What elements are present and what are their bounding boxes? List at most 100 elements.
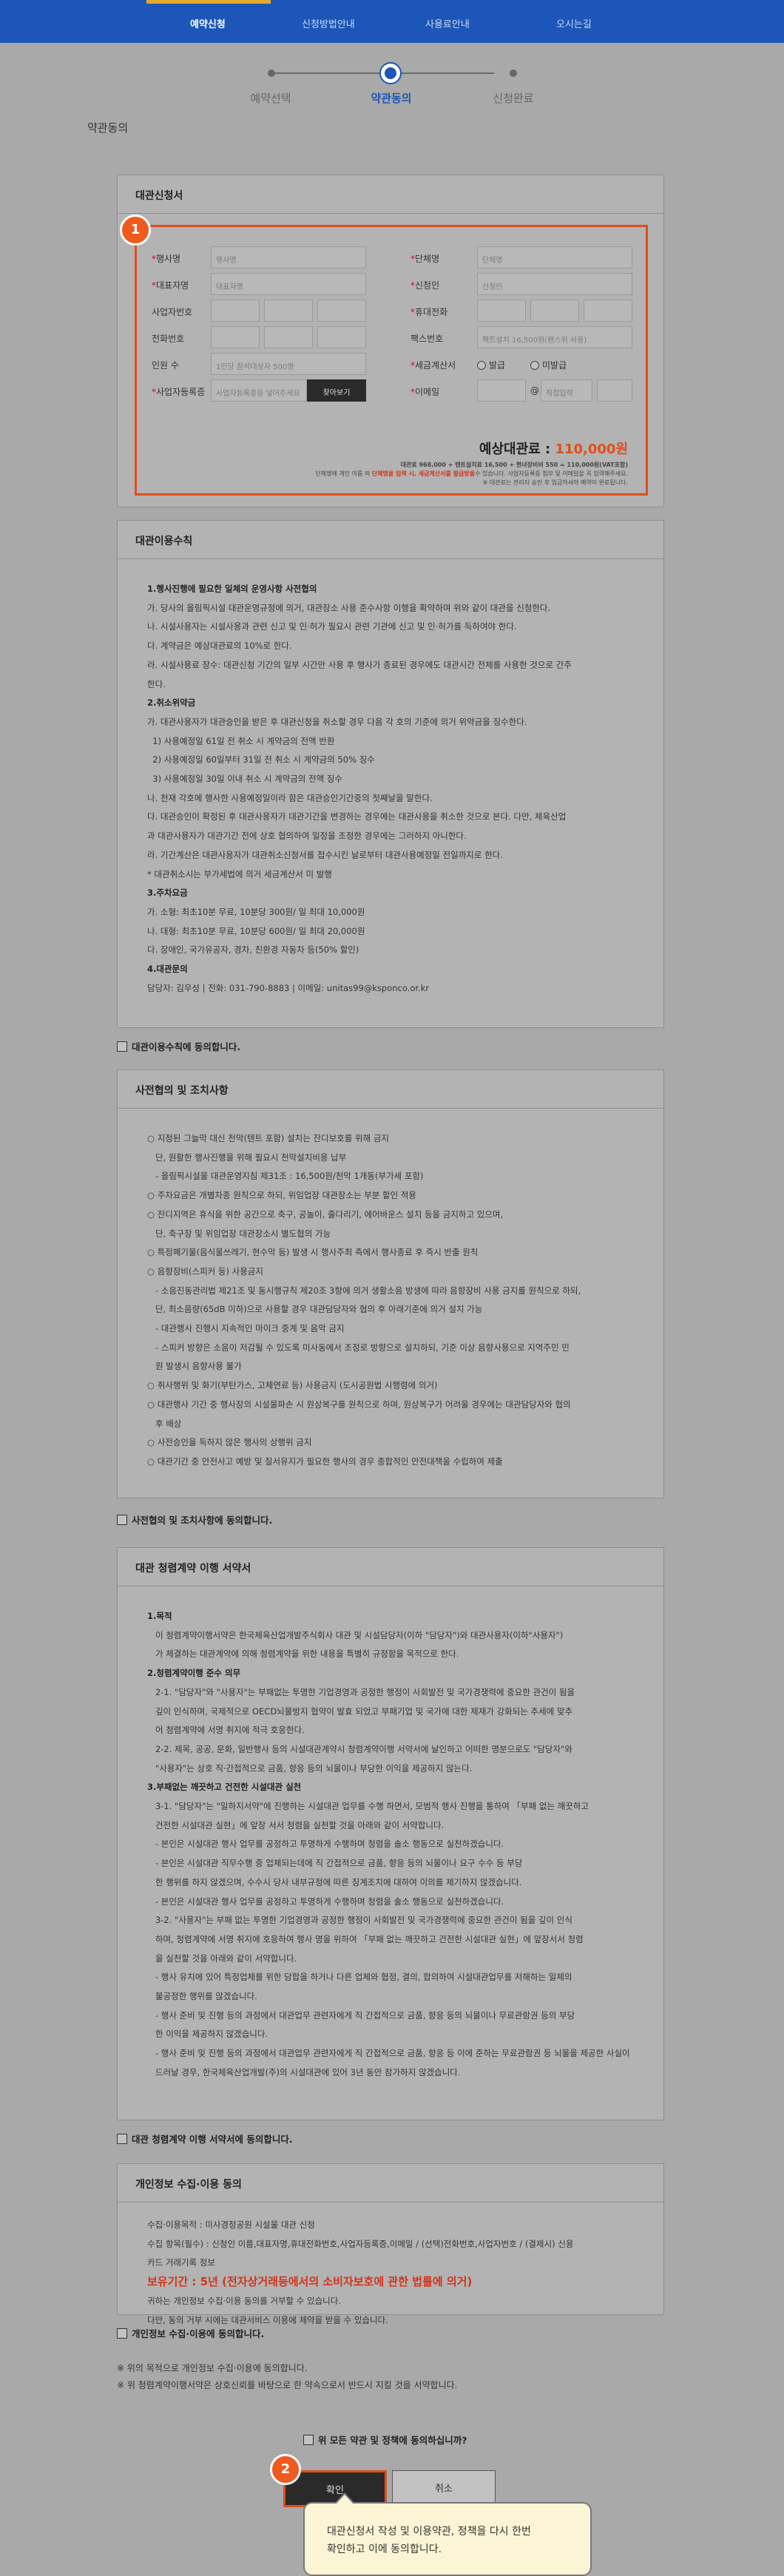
biz-reg-file-input[interactable]: 사업자등록증을 넣어주세요: [211, 379, 307, 402]
tax-issue-radio[interactable]: 발급: [477, 359, 505, 371]
email-domain-input[interactable]: 직접입력: [541, 379, 592, 402]
text-line: 과 대관사용자가 대관기간 전에 상호 협의하여 일정을 조정한 경우에는 그러…: [147, 831, 467, 842]
rep-name-input[interactable]: 대표자명: [211, 273, 366, 295]
text-line: 가. 소형: 최초10분 무료, 10분당 300원/ 일 최대 10,000원: [147, 906, 365, 917]
active-tab-highlight: [146, 0, 271, 4]
prior-card: 사전협의 및 조치사항 ○ 지정된 그늘막 대신 천막(텐트 포함) 설치는 잔…: [117, 1069, 664, 1498]
text-line: 불공정한 행위를 않겠습니다.: [147, 1991, 257, 2002]
text-line: * 대관취소시는 부가세법에 의거 세금계산서 미 발행: [147, 868, 332, 879]
phone-input-3[interactable]: [317, 326, 366, 348]
text-line: ○ 사전승인을 득하지 않은 행사의 상행위 금지: [147, 1437, 312, 1448]
text-line: - 대관행사 진행시 지속적인 마이크 중계 및 음악 금지: [147, 1323, 345, 1334]
retention-period: 보유기간 : 5년 (전자상거래등에서의 소비자보호에 관한 법률에 의거): [147, 2275, 473, 2289]
top-navigation: 예약신청 신청방법안내 사용료안내 오시는길: [0, 0, 784, 43]
people-label: 인원 수: [152, 360, 179, 371]
tooltip-line-1: 대관신청서 작성 및 이용약관, 정책을 다시 한번: [327, 2526, 531, 2538]
mobile-input-1[interactable]: [477, 300, 526, 322]
text-line: 1.목적: [147, 1611, 172, 1621]
phone-label: 전화번호: [152, 334, 185, 344]
step-label-2: 약관동의: [371, 92, 412, 105]
privacy-title: 개인정보 수집·이용 동의: [118, 2164, 663, 2203]
org-name-label: *단체명: [410, 254, 440, 264]
tooltip: 대관신청서 작성 및 이용약관, 정책을 다시 한번 확인하고 이에 동의합니다…: [303, 2492, 592, 2576]
footnote-2: ※ 위 청렴계약이행서약은 상호신뢰를 바탕으로 한 약속으로서 반드시 지킬 …: [117, 2380, 458, 2390]
tax-no-issue-radio[interactable]: 미발급: [530, 359, 567, 371]
biz-reg-label: *사업자등록증: [152, 387, 206, 397]
find-file-button[interactable]: 찾아보기: [307, 379, 366, 402]
email-at-sign: @: [530, 385, 539, 396]
expected-fee-block: 예상대관료 : 110,000원 대관료 968,000 + 텐트설치료 16,…: [315, 439, 628, 487]
phone-input-1[interactable]: [211, 326, 260, 348]
biz-number-input-3[interactable]: [317, 300, 366, 322]
text-line: 3.부패없는 깨끗하고 건전한 시설대관 실천: [147, 1782, 302, 1793]
text-line: ○ 주차요금은 개별차종 원칙으로 하되, 위임업장 대관장소는 부분 할인 적…: [147, 1190, 416, 1201]
text-line: 가 체결하는 대관계약에 의해 청렴계약을 위한 내용을 특별히 규정함을 목적…: [147, 1649, 459, 1660]
row-biz-mobile: 사업자번호 *휴대전화: [152, 298, 632, 323]
event-name-input[interactable]: 행사명: [211, 246, 366, 268]
text-line: 다. 장애인, 국가유공자, 경차, 친환경 자동차 등(50% 할인): [147, 944, 359, 956]
text-line: 1.행사진행에 필요한 일체의 운영사항 사전협의: [147, 584, 317, 594]
footnote-1: ※ 위의 목적으로 개인정보 수집·이용에 동의합니다.: [117, 2363, 308, 2373]
text-line: 2.취소위약금: [147, 697, 196, 709]
nav-item-fee-info[interactable]: 사용료안내: [425, 16, 470, 30]
fax-label: 팩스번호: [410, 334, 444, 344]
text-line: 단, 최소음량(65dB 이하)으로 사용할 경우 대관담당자와 협의 후 아래…: [147, 1304, 483, 1315]
step-dot-1: [268, 70, 275, 77]
text-line: 단, 축구장 및 위임업장 대관장소시 별도협의 가능: [147, 1228, 331, 1239]
checkbox-icon: [117, 1041, 127, 1052]
text-line: 가. 대관사용자가 대관승인을 받은 후 대관신청을 취소할 경우 다음 각 호…: [147, 716, 527, 727]
page-title: 약관동의: [87, 121, 129, 135]
text-line: 드러날 경우, 한국체육산업개발(주)의 시설대관에 있어 3년 동안 참가하지…: [147, 2066, 461, 2078]
integrity-agree-checkbox[interactable]: 대관 청렴계약 이행 서약서에 동의합니다.: [117, 2132, 293, 2146]
people-input[interactable]: 1인당 참석대상자 500명: [211, 353, 366, 375]
text-line: 건전한 시설대관 실현」에 앞장 서서 청렴을 실천할 것을 아래와 같이 서약…: [147, 1819, 445, 1830]
applicant-input[interactable]: 신청인: [477, 273, 632, 295]
callout-badge-2: 2: [270, 2454, 301, 2485]
text-line: - 소음진동관리법 제21조 및 동시행규칙 제20조 3항에 의거 생활소음 …: [147, 1285, 581, 1296]
row-rep-applicant: *대표자명 대표자명 *신청인 신청인: [152, 271, 632, 297]
step-label-3: 신청완료: [493, 92, 534, 105]
text-line: 2.청렴계약이행 준수 의무: [147, 1668, 241, 1679]
phone-input-2[interactable]: [264, 326, 313, 348]
privacy-agree-checkbox[interactable]: 개인정보 수집·이용에 동의합니다.: [117, 2326, 264, 2340]
rules-agree-checkbox[interactable]: 대관이용수칙에 동의합니다.: [117, 1039, 240, 1053]
mobile-input-2[interactable]: [530, 300, 579, 322]
org-name-input[interactable]: 단체명: [477, 246, 632, 268]
text-line: - 행사 준비 및 진행 등의 과정에서 대관업무 관련자에게 직 간접적으로 …: [147, 2009, 575, 2021]
text-line: 단, 원활한 행사진행을 위해 필요시 천막설치비용 납부: [147, 1152, 347, 1163]
fax-input[interactable]: 팩트설치 16,500원(펜스위 사용): [477, 326, 632, 348]
text-line: 다. 계약금은 예상대관료의 10%로 한다.: [147, 640, 292, 652]
biz-number-input-2[interactable]: [264, 300, 313, 322]
biz-number-label: 사업자번호: [152, 307, 193, 317]
step-dot-3: [510, 70, 517, 77]
progress-steps: 예약선택 약관동의 신청완료: [0, 43, 784, 117]
text-line: 나. 천재 각호에 행사한 사용예정일이라 함은 대관승인기간중의 첫째날을 말…: [147, 792, 433, 803]
nav-item-directions[interactable]: 오시는길: [556, 16, 592, 30]
footnotes: ※ 위의 목적으로 개인정보 수집·이용에 동의합니다. ※ 위 청렴계약이행서…: [117, 2360, 458, 2394]
text-line: 라. 기간계산은 대관사용자가 대관취소신청서를 접수시킨 날로부터 대관사용예…: [147, 849, 503, 860]
privacy-card: 개인정보 수집·이용 동의 수집·이용목적 : 미사경정공원 시설물 대관 신청…: [117, 2163, 664, 2325]
applicant-label: *신청인: [410, 280, 440, 291]
text-line: 가. 당사의 올림픽시설 대관운영규정에 의거, 대관장소 사용 준수사항 이행…: [147, 602, 551, 613]
tooltip-line-2: 확인하고 이에 동의합니다.: [327, 2543, 442, 2555]
text-line: 나. 대형: 최초10분 무료, 10분당 600원/ 일 최대 20,000원: [147, 925, 365, 936]
prior-content: ○ 지정된 그늘막 대신 천막(텐트 포함) 설치는 잔디보호를 위해 금지 단…: [147, 1129, 641, 1472]
nav-item-how-to-apply[interactable]: 신청방법안내: [302, 16, 355, 30]
step-dot-2-active: [381, 64, 400, 83]
rep-name-label: *대표자명: [152, 280, 189, 291]
text-line: 2-2. 제목, 공공, 문화, 일반행사 등의 시설대관계약시 청렴계약이행 …: [147, 1743, 572, 1754]
email-domain-select[interactable]: [597, 379, 632, 402]
biz-number-input-1[interactable]: [211, 300, 260, 322]
mobile-input-3[interactable]: [584, 300, 632, 322]
final-agree-checkbox[interactable]: 위 모든 약관 및 정책에 동의하십니까?: [303, 2433, 467, 2447]
nav-item-reservation[interactable]: 예약신청: [190, 16, 226, 30]
text-line: "사용자"는 상호 직·간접적으로 금품, 향응 등의 뇌물이나 부당한 이익을…: [147, 1762, 473, 1774]
tax-invoice-label: *세금계산서: [410, 360, 456, 371]
text-line: 1) 사용예정일 61일 전 취소 시 계약금의 전액 반환: [147, 735, 335, 746]
text-line: ○ 지정된 그늘막 대신 천막(텐트 포함) 설치는 잔디보호를 위해 금지: [147, 1133, 389, 1143]
email-id-input[interactable]: [477, 379, 526, 402]
prior-agree-checkbox[interactable]: 사전협의 및 조치사항에 동의합니다.: [117, 1512, 272, 1527]
fee-breakdown: 대관료 968,000 + 텐트설치료 16,500 + 현녀장비비 550 =…: [315, 462, 628, 486]
rules-content: 1.행사진행에 필요한 일체의 운영사항 사전협의가. 당사의 올림픽시설 대관…: [147, 580, 641, 998]
text-line: ○ 취사행위 및 화기(부탄가스, 고체연료 등) 사용금지 (도시공원법 시행…: [147, 1380, 438, 1391]
